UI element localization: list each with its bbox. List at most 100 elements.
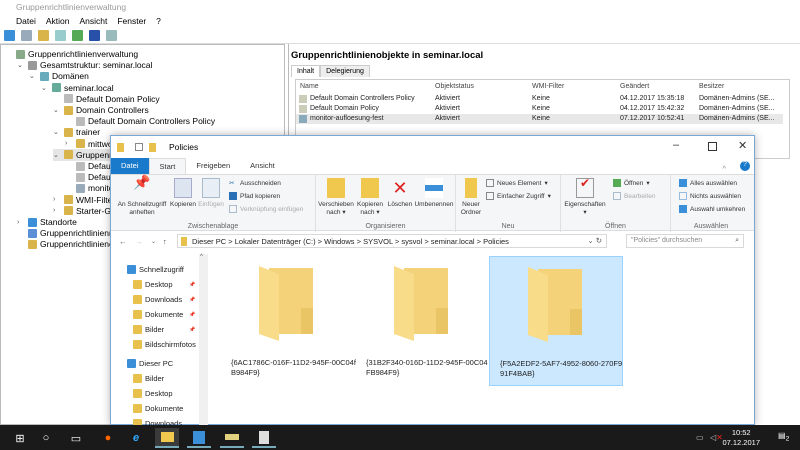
chevron-down-icon[interactable]: ⌄	[29, 72, 37, 80]
minimize-button[interactable]: –	[673, 139, 679, 151]
chevron-down-icon[interactable]: ⌄	[41, 84, 49, 92]
invert-selection-button[interactable]: Auswahl umkehren	[679, 205, 745, 213]
tree-item[interactable]: ⌄ Domänen	[29, 70, 89, 82]
volume-muted-icon[interactable]: ◁✕	[710, 433, 723, 442]
refresh-icon[interactable]: ⌄ ↻	[587, 236, 602, 245]
start-button[interactable]: ⊞	[8, 428, 32, 448]
back-icon[interactable]	[4, 30, 15, 41]
tree-item[interactable]: ⌄ Domain Controllers	[53, 104, 149, 116]
table-row[interactable]: Default Domain Controllers Policy Aktivie…	[296, 94, 783, 104]
search-icon[interactable]: ○	[34, 428, 58, 448]
new-folder-quick-icon[interactable]	[149, 143, 156, 152]
file-explorer-taskbar-icon[interactable]	[155, 428, 179, 448]
nav-scrollbar[interactable]: ^	[199, 254, 208, 426]
nav-quick-access[interactable]: Schnellzugriff	[127, 265, 184, 274]
tree-item[interactable]: Default Domain Controllers Policy	[65, 115, 215, 127]
copy-button[interactable]: Kopieren	[169, 178, 197, 209]
chevron-right-icon[interactable]: ›	[53, 207, 61, 214]
internet-explorer-icon[interactable]: e	[124, 428, 148, 448]
nav-item[interactable]: Bilder 📌	[133, 325, 195, 334]
menu-help[interactable]: ?	[156, 16, 161, 28]
open-button[interactable]: Öffnen ▾	[613, 179, 650, 187]
menu-aktion[interactable]: Aktion	[46, 16, 70, 28]
tab-start[interactable]: Start	[148, 158, 187, 174]
maximize-button[interactable]	[708, 142, 717, 151]
copy-to-button[interactable]: Kopieren nach ▾	[354, 178, 386, 217]
tree-item[interactable]: Default Domain Policy	[53, 93, 160, 105]
address-bar[interactable]: Dieser PC > Lokaler Datenträger (C:) > W…	[177, 234, 607, 248]
back-button[interactable]: ←	[119, 237, 127, 246]
delete-button[interactable]: ✕ Löschen	[387, 178, 413, 209]
folder-item[interactable]: {F5A2EDF2-5AF7-4952-8060-270F991F4BAB}	[489, 256, 623, 386]
forward-button[interactable]: →	[135, 237, 143, 246]
properties-quick-icon[interactable]	[135, 143, 143, 151]
network-icon[interactable]: ▭	[696, 433, 704, 442]
menu-datei[interactable]: Datei	[16, 16, 36, 28]
cut-button[interactable]: ✂ Ausschneiden	[229, 179, 281, 188]
folder-item[interactable]: {6AC1786C-016F-11D2-945F-00C04fB984F9}	[221, 256, 356, 386]
clock[interactable]: 10:52 07.12.2017	[722, 428, 760, 448]
tree-item[interactable]: ⌄ Gesamtstruktur: seminar.local	[17, 59, 152, 71]
tree-item[interactable]: ⌄ seminar.local	[41, 82, 114, 94]
table-row[interactable]: monitor-aufloesung-fest Aktiviert Keine 07.…	[296, 114, 783, 124]
nav-item[interactable]: Bilder	[133, 374, 164, 383]
show-hide-tree-icon[interactable]	[55, 30, 66, 41]
chevron-down-icon[interactable]: ⌄	[17, 61, 25, 69]
col-status[interactable]: Objektstatus	[435, 83, 474, 90]
easy-access-button[interactable]: Einfacher Zugriff ▾	[486, 192, 551, 200]
copy-path-button[interactable]: Pfad kopieren	[229, 192, 280, 200]
help-icon[interactable]: ?	[740, 161, 750, 171]
task-view-icon[interactable]: ▭	[64, 428, 88, 448]
chevron-down-icon[interactable]: ⌄	[53, 106, 61, 114]
tree-item[interactable]: ⌄ trainer	[53, 126, 100, 138]
nav-item[interactable]: Dokumente 📌	[133, 310, 195, 319]
table-row[interactable]: Default Domain Policy Aktiviert Keine 04.12…	[296, 104, 783, 114]
col-name[interactable]: Name	[300, 83, 319, 90]
folder-item[interactable]: {31B2F340-016D-11D2-945F-00C04FB984F9}	[356, 256, 490, 386]
new-item-button[interactable]: Neues Element ▾	[486, 179, 548, 187]
paste-button[interactable]: Einfügen	[197, 178, 225, 209]
recent-dropdown[interactable]: ⌄	[151, 238, 156, 245]
select-none-button[interactable]: Nichts auswählen	[679, 192, 741, 200]
up-button[interactable]: ↑	[163, 237, 167, 246]
properties-icon[interactable]	[106, 30, 117, 41]
close-button[interactable]: ✕	[738, 139, 747, 152]
gpo-editor-taskbar-icon[interactable]	[252, 428, 276, 448]
up-folder-icon[interactable]	[38, 30, 49, 41]
tab-inhalt[interactable]: Inhalt	[291, 65, 321, 77]
chevron-right-icon[interactable]: ›	[65, 140, 73, 147]
chevron-right-icon[interactable]: ›	[53, 196, 61, 203]
tree-item[interactable]: › WMI-Filter	[53, 194, 115, 206]
menu-fenster[interactable]: Fenster	[117, 16, 146, 28]
refresh-icon[interactable]	[72, 30, 83, 41]
menu-ansicht[interactable]: Ansicht	[79, 16, 107, 28]
gpmc-taskbar-icon[interactable]	[220, 428, 244, 448]
nav-item[interactable]: Bildschirmfotos	[133, 340, 196, 349]
nav-this-pc[interactable]: Dieser PC	[127, 359, 173, 368]
tab-delegierung[interactable]: Delegierung	[320, 65, 370, 77]
edit-button[interactable]: Bearbeiten	[613, 192, 655, 200]
rename-button[interactable]: Umbenennen	[413, 178, 455, 209]
tab-freigeben[interactable]: Freigeben	[186, 158, 240, 174]
nav-item[interactable]: Dokumente	[133, 404, 183, 413]
pin-button[interactable]: 📌 An Schnellzugriff anheften	[114, 175, 170, 217]
chevron-down-icon[interactable]: ⌄	[53, 151, 61, 159]
col-changed[interactable]: Geändert	[620, 83, 649, 90]
col-owner[interactable]: Besitzer	[699, 83, 724, 90]
tab-datei[interactable]: Datei	[111, 158, 149, 174]
forward-icon[interactable]	[21, 30, 32, 41]
tree-item[interactable]: › Standorte	[17, 216, 77, 228]
new-folder-button[interactable]: Neuer Ordner	[458, 178, 484, 217]
help-icon[interactable]	[89, 30, 100, 41]
firefox-icon[interactable]: ●	[96, 428, 120, 448]
tree-item[interactable]: Gruppenrichtlinienverwaltung	[5, 48, 138, 60]
notification-center-icon[interactable]: ▤2	[778, 431, 789, 443]
chevron-right-icon[interactable]: ›	[17, 219, 25, 226]
col-wmi[interactable]: WMI-Filter	[532, 83, 564, 90]
chevron-down-icon[interactable]: ⌄	[53, 128, 61, 136]
paste-shortcut-button[interactable]: Verknüpfung einfügen	[229, 205, 303, 213]
server-manager-icon[interactable]	[187, 428, 211, 448]
nav-item[interactable]: Desktop	[133, 389, 173, 398]
nav-item[interactable]: Desktop 📌	[133, 280, 195, 289]
nav-item[interactable]: Downloads 📌	[133, 295, 195, 304]
